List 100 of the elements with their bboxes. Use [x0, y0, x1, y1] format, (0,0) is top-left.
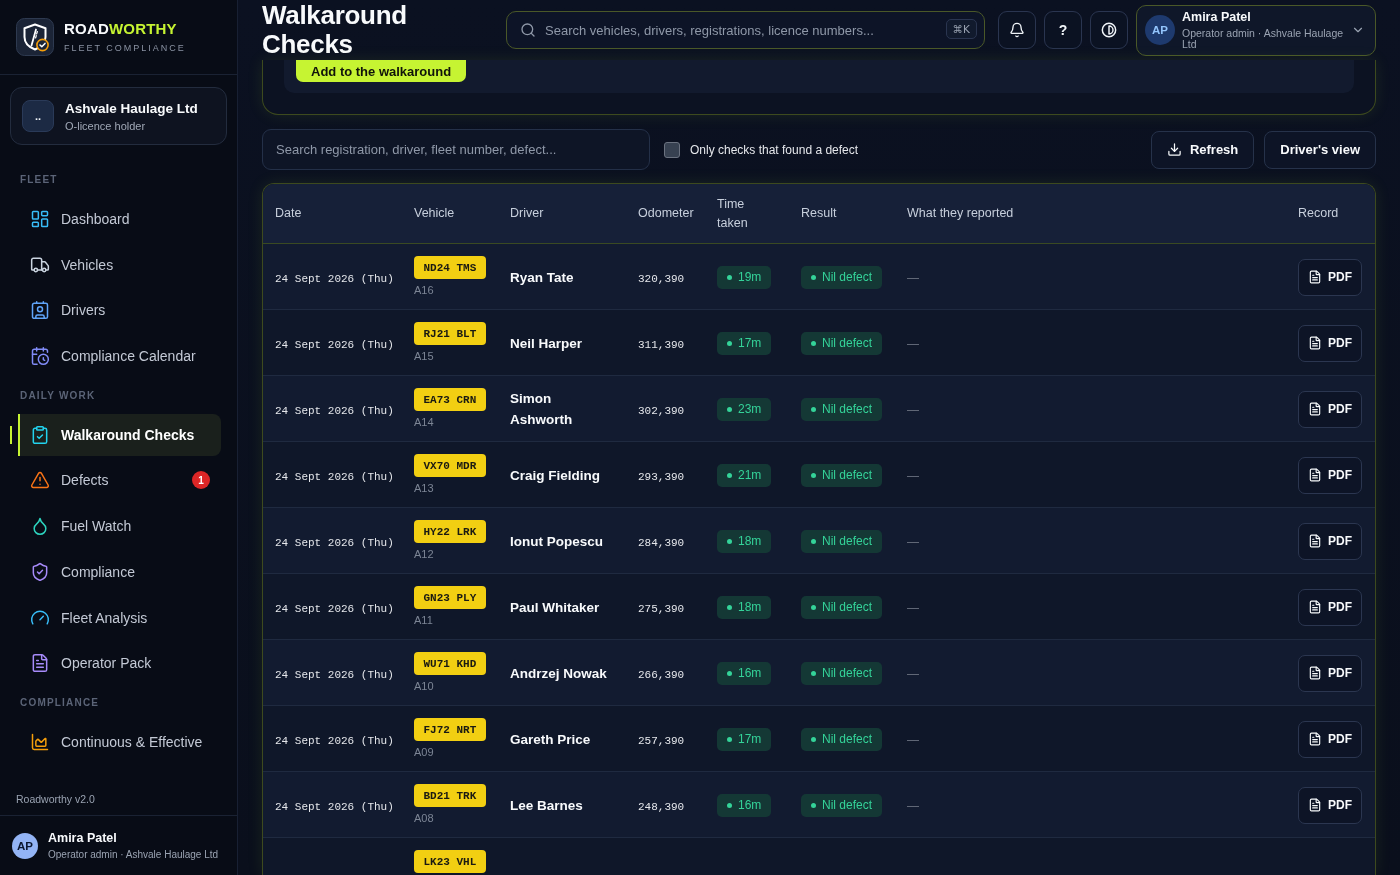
- shield-logo-icon: [16, 18, 54, 56]
- document-icon: [1308, 666, 1322, 680]
- registration-plate: RJ21 BLT: [414, 322, 486, 345]
- view-switch-button[interactable]: Driver's view: [1264, 130, 1376, 169]
- theme-toggle-button[interactable]: [1090, 11, 1128, 49]
- status-dot-icon: [811, 604, 816, 610]
- count-badge: 1: [192, 471, 210, 490]
- nav-item[interactable]: Defects 1: [10, 459, 221, 502]
- nav-item[interactable]: Walkaround Checks: [10, 413, 221, 456]
- account-menu-button[interactable]: AP Amira Patel Operator admin · Ashvale Haulage Ltd: [1136, 4, 1376, 56]
- result-text: Nil defect: [822, 534, 873, 548]
- fleet-number: A10: [414, 680, 434, 692]
- nav-item[interactable]: Operator Pack: [10, 642, 221, 685]
- warning-icon: [30, 470, 50, 491]
- odometer-reading: 257,390: [638, 735, 685, 747]
- search-icon: [520, 22, 536, 38]
- checkbox-label: Only checks that found a defect: [690, 142, 859, 157]
- nav-item[interactable]: Drivers: [10, 289, 221, 332]
- pdf-button[interactable]: PDF: [1298, 390, 1362, 428]
- reported-text: —: [907, 337, 919, 351]
- odometer-reading: 284,390: [638, 537, 685, 549]
- pdf-button[interactable]: PDF: [1298, 786, 1362, 824]
- check-date: 24 Sept 2026 (Thu): [275, 669, 394, 681]
- registration-plate: HY22 LRK: [414, 520, 486, 543]
- odometer-reading: 320,390: [638, 273, 685, 285]
- checkbox[interactable]: [664, 141, 680, 158]
- result-text: Nil defect: [822, 798, 873, 812]
- document-icon: [1308, 732, 1322, 746]
- fleet-number: A14: [414, 416, 434, 428]
- pdf-button[interactable]: PDF: [1298, 588, 1362, 626]
- registration-plate: GN23 PLY: [414, 586, 486, 609]
- odometer-reading: 266,390: [638, 669, 685, 681]
- pdf-button[interactable]: PDF: [1298, 720, 1362, 758]
- driver-name: Paul Whitaker: [510, 598, 601, 617]
- section-label: COMPLIANCE: [19, 696, 101, 710]
- document-icon: [1308, 270, 1322, 284]
- fleet-number: A13: [414, 482, 434, 494]
- column-header: Result: [801, 205, 837, 222]
- pdf-button[interactable]: PDF: [1298, 258, 1362, 296]
- check-date: 24 Sept 2026 (Thu): [275, 603, 394, 615]
- user-avatar: AP: [1145, 15, 1175, 45]
- duration-text: 17m: [738, 732, 762, 746]
- column-header: Time taken: [717, 195, 749, 232]
- result-text: Nil defect: [822, 732, 873, 746]
- nav-item[interactable]: Fleet Analysis: [10, 596, 221, 639]
- result-text: Nil defect: [822, 402, 873, 416]
- notifications-button[interactable]: [998, 11, 1036, 49]
- status-dot-icon: [727, 670, 732, 676]
- registration-plate: BD21 TRK: [414, 784, 486, 807]
- id-card-icon: [30, 300, 50, 321]
- status-dot-icon: [727, 604, 732, 610]
- duration-text: 18m: [738, 534, 762, 548]
- status-dot-icon: [811, 670, 816, 676]
- status-dot-icon: [811, 274, 816, 280]
- check-date: 24 Sept 2026 (Thu): [275, 537, 394, 549]
- registration-plate: FJ72 NRT: [414, 718, 486, 741]
- nav-item[interactable]: Continuous & Effective: [10, 720, 221, 763]
- help-button[interactable]: ?: [1044, 11, 1082, 49]
- pdf-button[interactable]: PDF: [1298, 324, 1362, 362]
- reported-text: —: [907, 469, 919, 483]
- check-date: 24 Sept 2026 (Thu): [275, 273, 394, 285]
- document-icon: [1308, 600, 1322, 614]
- status-dot-icon: [727, 802, 732, 808]
- duration-text: 16m: [738, 666, 762, 680]
- pdf-button[interactable]: PDF: [1298, 456, 1362, 494]
- add-button[interactable]: Add to the walkaround: [296, 60, 467, 82]
- section-label: DAILY WORK: [19, 388, 97, 403]
- search-field[interactable]: Search registration, driver, fleet number, defect...: [262, 129, 650, 170]
- status-dot-icon: [727, 736, 732, 742]
- nav-item[interactable]: Compliance Calendar: [10, 335, 221, 377]
- driver-name: Ionut Popescu: [510, 532, 604, 551]
- nav-item[interactable]: Compliance: [10, 550, 221, 593]
- user-name: Amira Patel: [48, 830, 118, 845]
- pdf-button[interactable]: PDF: [1298, 654, 1362, 692]
- odometer-reading: 248,390: [638, 801, 685, 813]
- status-dot-icon: [727, 274, 732, 280]
- shield-check-icon: [30, 561, 50, 582]
- user-avatar: AP: [12, 832, 38, 859]
- status-dot-icon: [811, 472, 816, 478]
- pdf-button[interactable]: PDF: [1298, 522, 1362, 560]
- nav-item[interactable]: Fuel Watch: [10, 505, 221, 547]
- driver-name: Lee Barnes: [510, 796, 584, 815]
- refresh-button[interactable]: Refresh: [1150, 130, 1255, 169]
- check-date: 24 Sept 2026 (Thu): [275, 405, 394, 417]
- chart-icon: [30, 731, 50, 752]
- driver-name: Neil Harper: [510, 334, 584, 353]
- nav-item[interactable]: Dashboard: [10, 197, 221, 240]
- check-date: 24 Sept 2026 (Thu): [275, 471, 394, 483]
- bell-icon: [1009, 22, 1025, 38]
- driver-name: Gareth Price: [510, 730, 592, 749]
- status-dot-icon: [727, 340, 732, 346]
- status-dot-icon: [811, 802, 816, 808]
- column-header: Odometer: [638, 205, 694, 222]
- reported-text: —: [907, 403, 919, 417]
- odometer-reading: 275,390: [638, 603, 685, 615]
- duration-text: 17m: [738, 336, 762, 350]
- nav-item[interactable]: Vehicles: [10, 243, 221, 286]
- registration-plate: WU71 KHD: [414, 652, 486, 675]
- user-role: Operator admin · Ashvale Haulage Ltd: [48, 848, 219, 861]
- column-header: What they reported: [907, 205, 1014, 222]
